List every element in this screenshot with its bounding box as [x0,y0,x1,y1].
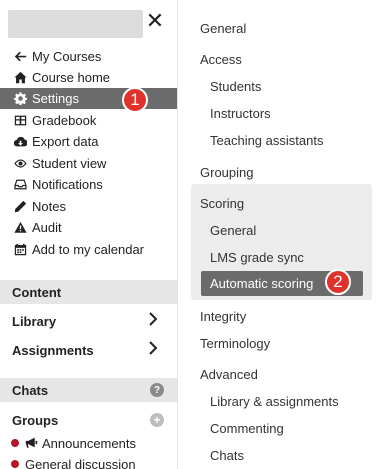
home-icon [12,70,28,86]
section-title: Chats [12,382,49,398]
course-title-placeholder [8,10,143,38]
settings-access[interactable]: Access [179,47,380,71]
chats-section-header: Chats ? [0,378,177,402]
settings-integrity[interactable]: Integrity [179,304,380,328]
help-icon[interactable]: ? [150,383,164,397]
inbox-icon [12,177,28,193]
settings-lms-grade-sync[interactable]: LMS grade sync [179,245,380,269]
cloud-download-icon [12,134,28,150]
unread-dot [11,460,19,468]
close-sidebar-button[interactable]: ✕ [143,8,167,34]
section-title: Content [12,284,62,300]
step-marker-1: 1 [122,87,148,113]
nav-label: Course home [32,70,111,85]
add-group-button[interactable]: + [150,413,164,427]
library-expander[interactable]: Library [0,309,177,333]
sidebar-header: ✕ [0,0,177,44]
nav-audit[interactable]: Audit [0,217,177,238]
nav-add-to-calendar[interactable]: Add to my calendar [0,239,177,260]
nav-export-data[interactable]: Export data [0,131,177,152]
settings-advanced[interactable]: Advanced [179,362,380,386]
nav-label: Add to my calendar [32,242,145,257]
nav-label: Audit [32,220,62,235]
megaphone-icon [25,436,39,450]
nav-label: Notifications [32,177,103,192]
assignments-expander[interactable]: Assignments [0,338,177,362]
channel-label: General discussion [25,456,136,469]
table-icon [12,113,28,129]
settings-chats[interactable]: Chats [179,443,380,467]
settings-teaching-assistants[interactable]: Teaching assistants [179,128,380,152]
settings-students[interactable]: Students [179,74,380,98]
chevron-right-icon [148,312,162,330]
groups-label: Groups [12,412,59,428]
arrow-left-icon [12,49,28,65]
nav-notifications[interactable]: Notifications [0,174,177,195]
settings-scoring-general[interactable]: General [179,218,380,242]
expander-label: Assignments [12,342,94,358]
nav-notes[interactable]: Notes [0,196,177,217]
warning-icon [12,220,28,236]
nav-settings[interactable]: Settings [0,88,177,109]
pencil-icon [12,199,28,215]
nav-label: Gradebook [32,113,97,128]
channel-label: Announcements [42,435,136,451]
nav-label: Export data [32,134,99,149]
settings-grouping[interactable]: Grouping [179,160,380,184]
channel-announcements[interactable]: Announcements [0,433,177,453]
nav-label: Settings [32,91,79,106]
settings-library-assignments[interactable]: Library & assignments [179,389,380,413]
nav-my-courses[interactable]: My Courses [0,46,177,67]
expander-label: Library [12,313,57,329]
gear-icon [12,91,28,107]
content-section-header: Content [0,280,177,304]
nav-label: Student view [32,156,107,171]
settings-instructors[interactable]: Instructors [179,101,380,125]
nav-gradebook[interactable]: Gradebook [0,110,177,131]
nav-label: My Courses [32,49,102,64]
settings-terminology[interactable]: Terminology [179,331,380,355]
groups-header: Groups + [0,408,177,432]
channel-general-discussion[interactable]: General discussion [0,454,177,469]
step-marker-2: 2 [325,269,351,295]
calendar-icon [12,242,28,258]
nav-student-view[interactable]: Student view [0,153,177,174]
settings-menu: General Access Students Instructors Teac… [179,0,380,469]
nav-label: Notes [32,199,66,214]
settings-commenting[interactable]: Commenting [179,416,380,440]
settings-general[interactable]: General [179,16,380,40]
nav-course-home[interactable]: Course home [0,67,177,88]
settings-scoring[interactable]: Scoring [179,191,380,215]
chevron-right-icon [148,341,162,359]
eye-icon [12,156,28,172]
course-sidebar: ✕ My Courses Course home Settings Gradeb… [0,0,178,469]
unread-dot [11,439,19,447]
